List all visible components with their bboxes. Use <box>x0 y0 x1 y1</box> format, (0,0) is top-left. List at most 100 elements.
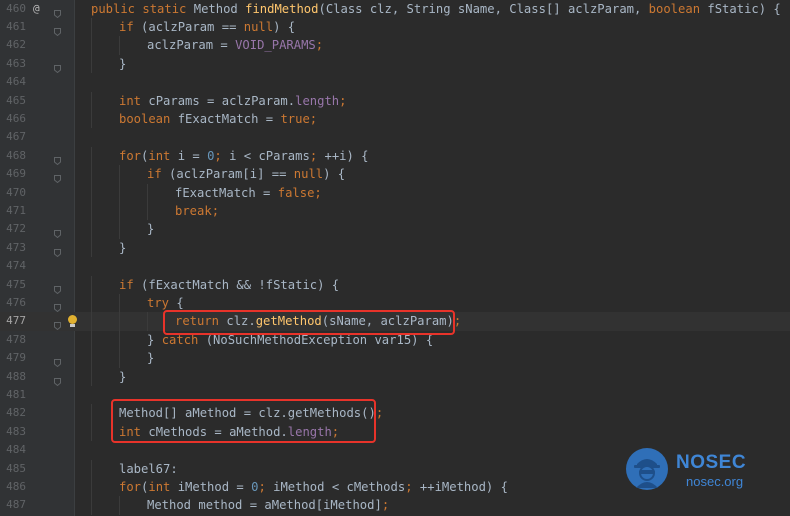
indent-guide <box>119 183 120 202</box>
fold-marker-icon[interactable] <box>54 170 61 184</box>
code-line[interactable]: 471 break; <box>0 202 790 221</box>
code-text[interactable]: fExactMatch = false; <box>175 184 322 202</box>
fold-marker-icon[interactable] <box>54 5 61 18</box>
fold-marker-icon[interactable] <box>54 225 61 239</box>
code-token: Method method = aMethod[iMethod] <box>147 498 382 513</box>
code-text[interactable]: boolean fExactMatch = true; <box>119 110 317 128</box>
fold-marker-icon[interactable] <box>54 354 61 368</box>
fold-marker-icon[interactable] <box>54 60 61 73</box>
code-editor[interactable]: 460 @ public static Method findMethod(Clas… <box>0 0 790 516</box>
code-line[interactable]: 488} <box>0 367 790 386</box>
code-token: iMethod < cMethods <box>273 480 406 494</box>
code-token: findMethod <box>245 1 319 16</box>
code-line[interactable]: 475 if (fExactMatch && !fStatic) { <box>0 275 790 294</box>
fold-marker-icon[interactable] <box>54 281 61 294</box>
fold-marker-icon[interactable] <box>54 152 61 165</box>
code-text[interactable]: int cParams = aclzParam.length; <box>119 92 346 110</box>
code-token: boolean <box>119 112 171 126</box>
code-line[interactable]: 474 <box>0 257 790 275</box>
code-line[interactable]: 470 fExactMatch = false; <box>0 183 790 202</box>
code-line[interactable]: 473} <box>0 238 790 258</box>
indent-guide <box>119 202 120 221</box>
code-text[interactable]: aclzParam = VOID_PARAMS; <box>147 36 323 54</box>
code-text[interactable]: } <box>147 349 154 367</box>
code-token: ; <box>211 204 220 218</box>
code-line[interactable]: 463} <box>0 54 790 74</box>
code-token: i = <box>170 148 208 163</box>
code-token: cParams = aclzParam. <box>141 93 296 108</box>
intention-bulb-icon[interactable] <box>68 315 77 328</box>
line-number: 462 <box>6 38 26 52</box>
fold-marker-icon[interactable] <box>54 317 61 331</box>
code-line[interactable]: 469 if (aclzParam[i] == null) { <box>0 165 790 184</box>
code-line[interactable]: 465 int cParams = aclzParam.length; <box>0 91 790 110</box>
indent-guide <box>91 478 92 497</box>
line-number: 463 <box>6 56 26 70</box>
code-token: if <box>119 277 134 292</box>
code-token: i < cParams <box>229 148 310 163</box>
line-number: 483 <box>6 424 26 438</box>
code-line[interactable]: 487 Method method = aMethod[iMethod]; <box>0 496 790 515</box>
code-line[interactable]: 464 <box>0 73 790 91</box>
indent-guide <box>91 110 92 129</box>
code-line[interactable]: 462 aclzParam = VOID_PARAMS; <box>0 36 790 55</box>
code-token: null <box>293 167 324 182</box>
indent-guide <box>91 312 92 331</box>
code-text[interactable]: public static Method findMethod(Class cl… <box>91 0 781 18</box>
code-token: boolean <box>648 1 701 16</box>
indent-guide <box>91 459 92 478</box>
code-token: ; <box>375 406 384 421</box>
code-token: ; <box>309 148 325 163</box>
code-text[interactable]: for(int iMethod = 0; iMethod < cMethods;… <box>119 478 508 496</box>
code-text[interactable]: break; <box>175 202 219 220</box>
indent-guide <box>119 349 120 368</box>
code-text[interactable]: Method method = aMethod[iMethod]; <box>147 496 389 514</box>
code-token: public <box>91 1 136 16</box>
line-number: 475 <box>6 277 26 291</box>
code-line[interactable]: 466 boolean fExactMatch = true; <box>0 110 790 129</box>
code-token: int <box>119 93 142 108</box>
indent-guide <box>119 312 120 331</box>
line-number: 469 <box>6 167 26 181</box>
indent-guide <box>91 91 92 110</box>
highlight-box-getmethod <box>163 310 455 335</box>
indent-guide <box>119 294 120 313</box>
line-number: 482 <box>6 406 26 420</box>
override-marker-icon[interactable]: @ <box>33 0 40 18</box>
code-line[interactable]: 468 for(int i = 0; i < cParams; ++i) { <box>0 146 790 166</box>
line-number: 479 <box>6 351 26 365</box>
code-line[interactable]: 460 @ public static Method findMethod(Clas… <box>0 0 790 18</box>
code-token: { <box>169 296 184 310</box>
code-token: } <box>119 369 127 384</box>
line-number: 467 <box>6 130 26 144</box>
line-number: 487 <box>6 498 26 512</box>
code-text[interactable]: label67: <box>119 460 178 478</box>
code-token: Method <box>186 1 246 16</box>
code-text[interactable]: for(int i = 0; i < cParams; ++i) { <box>119 147 369 165</box>
fold-marker-icon[interactable] <box>54 244 61 257</box>
line-number: 486 <box>6 480 26 493</box>
code-line[interactable]: 479} <box>0 349 790 368</box>
code-line[interactable]: 472} <box>0 220 790 239</box>
code-text[interactable]: } <box>119 239 126 257</box>
code-text[interactable]: if (aclzParam == null) { <box>119 18 295 36</box>
fold-marker-icon[interactable] <box>54 23 61 37</box>
line-number: 464 <box>6 75 26 89</box>
indent-guide <box>91 275 92 294</box>
code-line[interactable]: 467 <box>0 128 790 146</box>
code-line[interactable]: 461 if (aclzParam == null) { <box>0 18 790 37</box>
fold-marker-icon[interactable] <box>54 373 61 386</box>
code-text[interactable]: } <box>147 220 154 238</box>
indent-guide <box>91 220 92 239</box>
code-text[interactable]: } <box>119 368 126 386</box>
code-text[interactable]: } <box>119 55 126 73</box>
code-token: int <box>148 480 171 494</box>
code-token: ++iMethod) { <box>419 480 508 494</box>
code-token: ++i) { <box>324 148 369 163</box>
line-number: 477 <box>6 314 26 328</box>
fold-marker-icon[interactable] <box>54 299 61 313</box>
code-token: ; <box>315 38 324 53</box>
code-text[interactable]: if (aclzParam[i] == null) { <box>147 165 345 183</box>
code-token: fStatic) { <box>700 1 781 16</box>
code-text[interactable]: if (fExactMatch && !fStatic) { <box>119 276 339 294</box>
